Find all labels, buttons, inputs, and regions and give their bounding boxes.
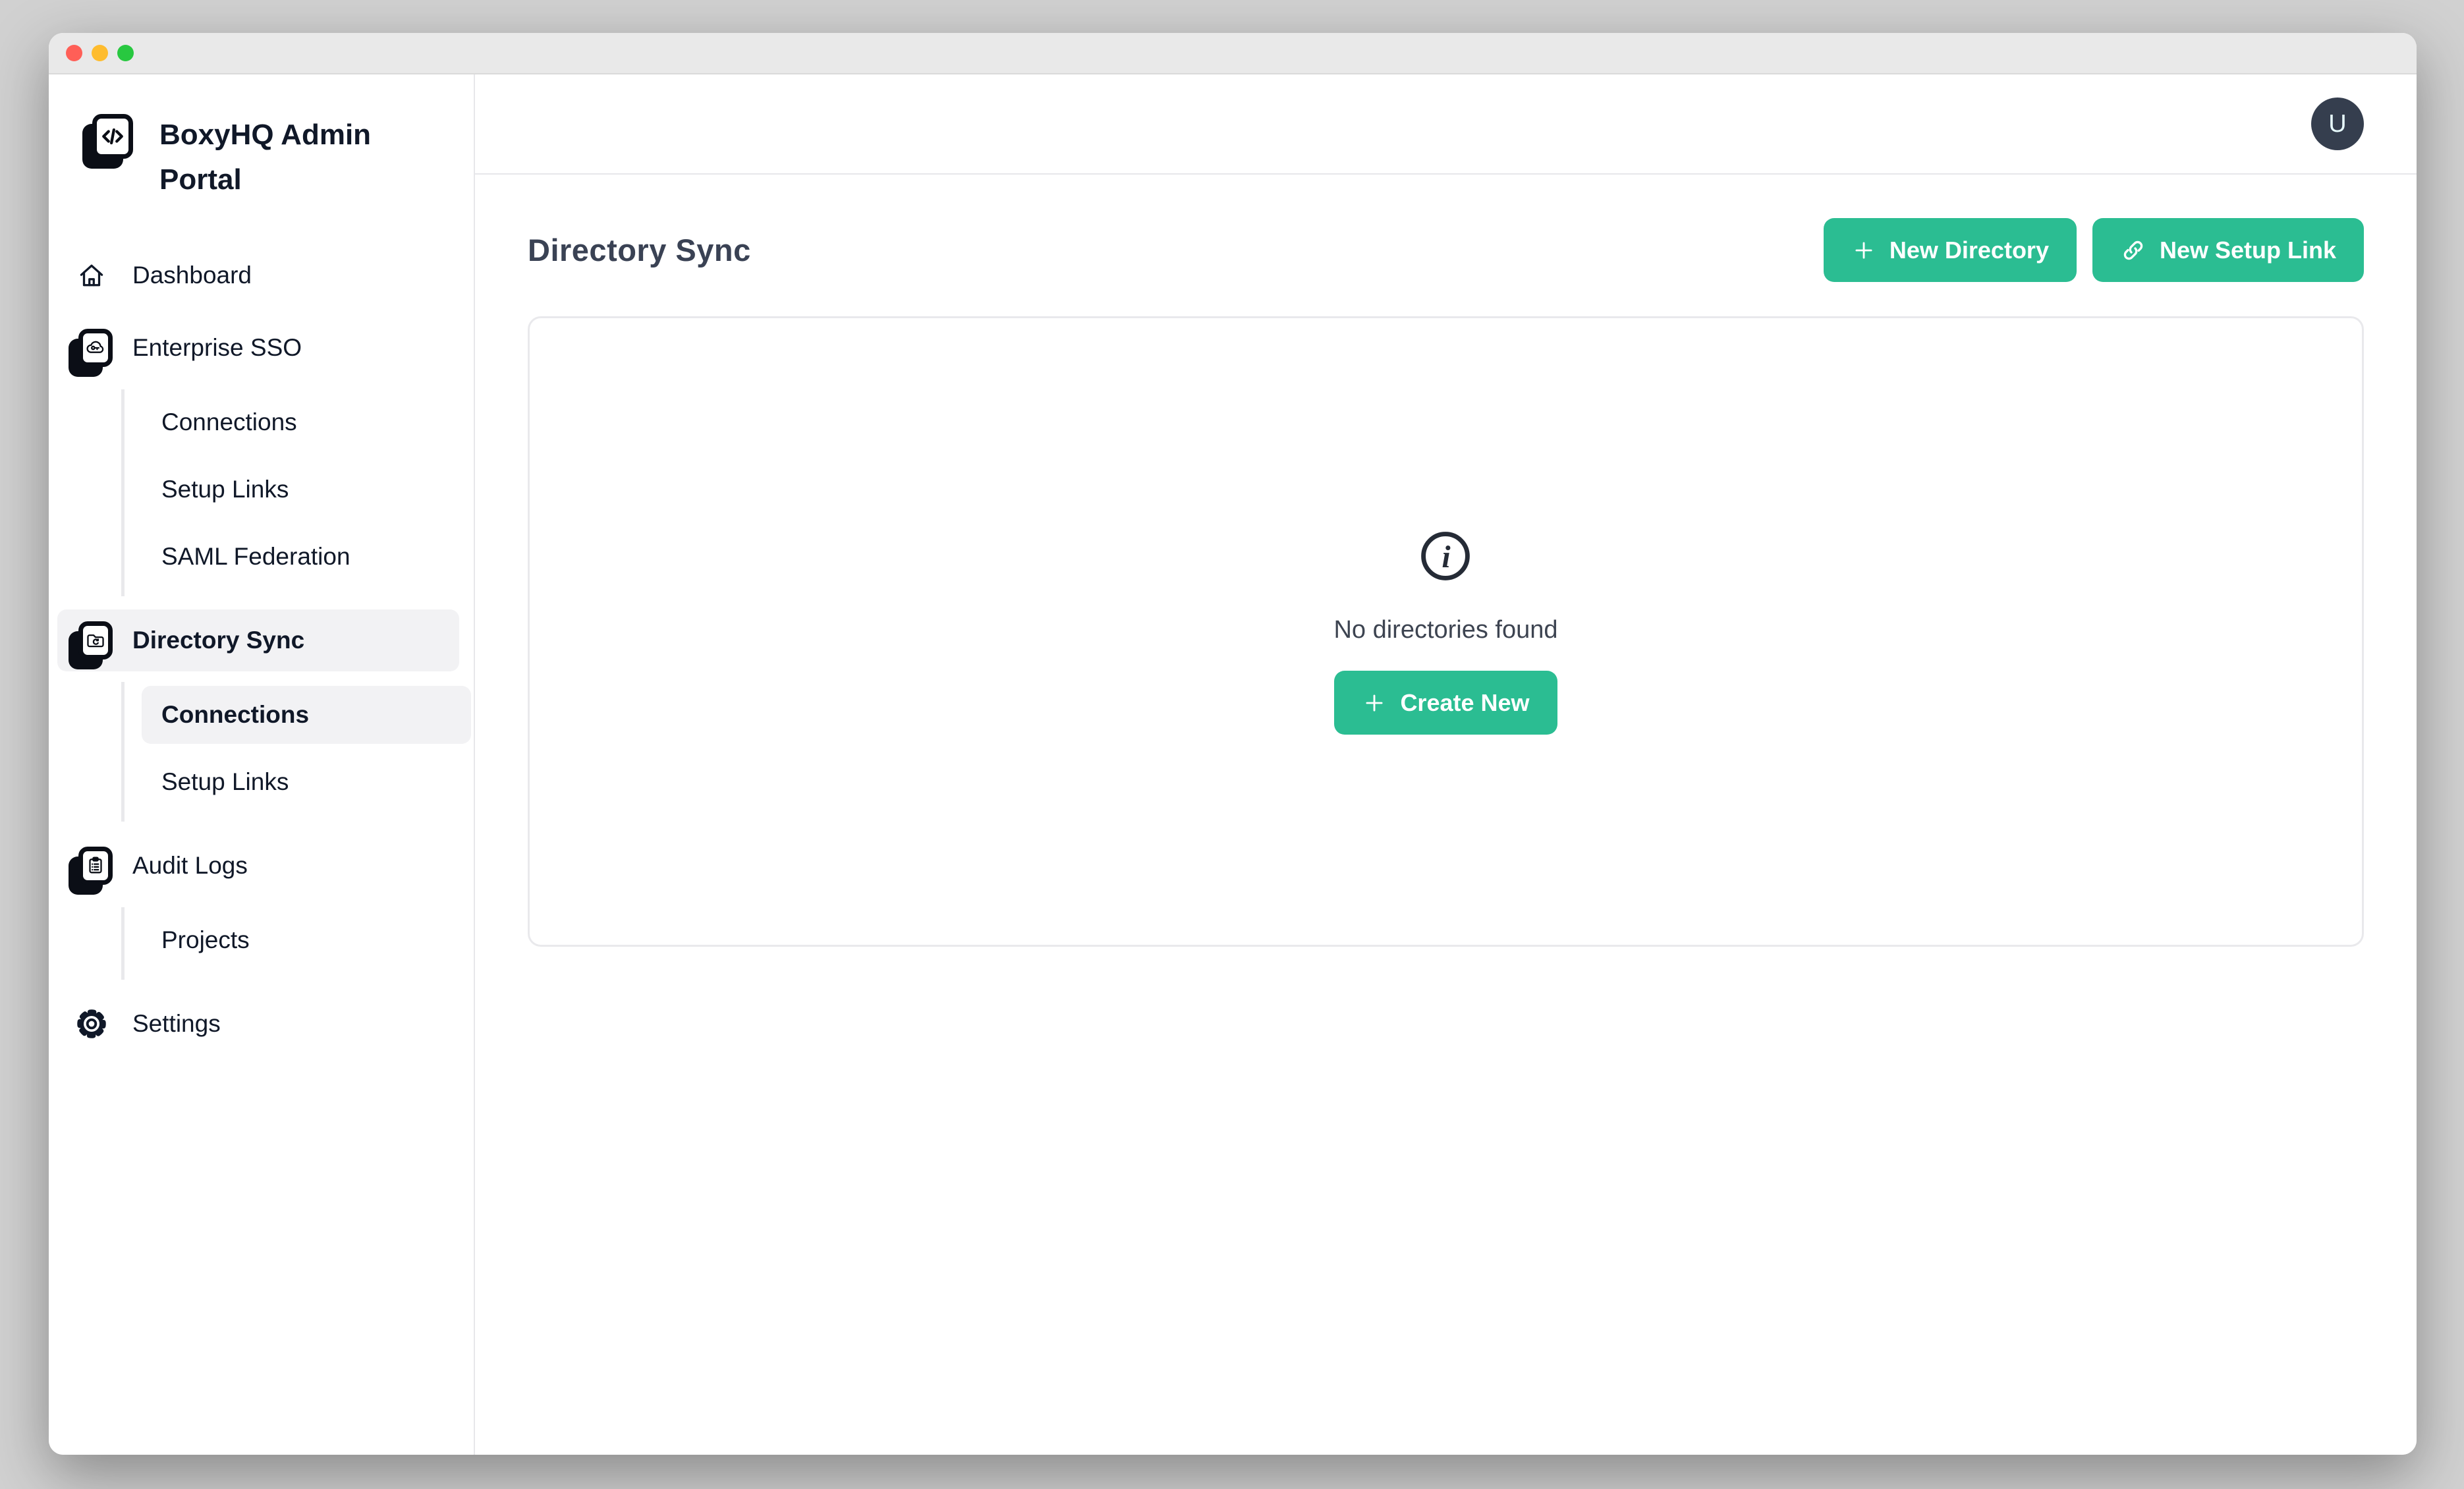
sidebar-subnav-directory-sync: Connections Setup Links xyxy=(121,682,459,822)
sidebar-item-settings[interactable]: Settings xyxy=(57,993,459,1055)
sidebar-item-audit-logs[interactable]: Audit Logs xyxy=(57,835,459,897)
audit-clipboard-keycap-icon xyxy=(68,839,115,892)
sidebar-item-dashboard[interactable]: Dashboard xyxy=(57,244,459,306)
home-icon xyxy=(68,249,115,302)
page-title: Directory Sync xyxy=(528,232,751,268)
sidebar-subitem-projects[interactable]: Projects xyxy=(142,911,471,969)
close-window-button[interactable] xyxy=(66,45,82,61)
directories-empty-card: i No directories found Create xyxy=(528,316,2364,947)
sidebar: BoxyHQ Admin Portal Dashboard xyxy=(49,74,475,1455)
window-titlebar xyxy=(49,33,2417,74)
sidebar-item-label: Audit Logs xyxy=(132,852,248,880)
empty-message: No directories found xyxy=(1333,616,1557,644)
link-icon xyxy=(2120,237,2146,264)
svg-text:i: i xyxy=(1442,540,1451,575)
create-new-button[interactable]: Create New xyxy=(1334,671,1557,735)
sidebar-subnav-audit-logs: Projects xyxy=(121,907,459,980)
plus-icon xyxy=(1851,238,1876,263)
sidebar-item-label: Settings xyxy=(132,1010,221,1038)
topbar: U xyxy=(475,74,2417,175)
info-icon: i xyxy=(1418,528,1473,587)
sidebar-item-label: Enterprise SSO xyxy=(132,334,302,362)
sidebar-nav: Dashboard Enterpri xyxy=(57,244,459,1055)
sidebar-subitem-label: Projects xyxy=(161,926,250,954)
new-directory-button[interactable]: New Directory xyxy=(1824,218,2077,282)
app-title: BoxyHQ Admin Portal xyxy=(159,109,387,202)
sidebar-subitem-label: Connections xyxy=(161,701,309,729)
sidebar-subitem-sso-connections[interactable]: Connections xyxy=(142,393,471,451)
new-directory-label: New Directory xyxy=(1890,237,2049,264)
sidebar-subitem-dsync-connections[interactable]: Connections xyxy=(142,686,471,744)
page-actions: New Directory New Setup Link xyxy=(1824,218,2364,282)
app-frame: BoxyHQ Admin Portal Dashboard xyxy=(49,74,2417,1455)
gear-icon xyxy=(68,997,115,1050)
sidebar-subitem-sso-setup-links[interactable]: Setup Links xyxy=(142,461,471,519)
sso-cloud-key-keycap-icon xyxy=(68,322,115,374)
directory-folder-keycap-icon xyxy=(68,614,115,667)
minimize-window-button[interactable] xyxy=(92,45,108,61)
sidebar-subitem-label: SAML Federation xyxy=(161,543,350,571)
page-header: Directory Sync New Directory xyxy=(528,218,2364,282)
sidebar-subitem-label: Connections xyxy=(161,408,297,436)
empty-state: i No directories found Create xyxy=(1333,528,1557,735)
app-window: BoxyHQ Admin Portal Dashboard xyxy=(49,33,2417,1455)
sidebar-subitem-label: Setup Links xyxy=(161,476,289,503)
new-setup-link-button[interactable]: New Setup Link xyxy=(2092,218,2364,282)
boxyhq-logo-icon xyxy=(92,114,133,159)
desktop-background: BoxyHQ Admin Portal Dashboard xyxy=(0,0,2464,1489)
app-logo[interactable]: BoxyHQ Admin Portal xyxy=(49,109,474,206)
page-content: Directory Sync New Directory xyxy=(475,175,2417,947)
sidebar-item-enterprise-sso[interactable]: Enterprise SSO xyxy=(57,317,459,379)
main-area: U Directory Sync New xyxy=(475,74,2417,1455)
sidebar-item-label: Dashboard xyxy=(132,262,252,289)
sidebar-item-directory-sync[interactable]: Directory Sync xyxy=(57,609,459,671)
sidebar-subnav-enterprise-sso: Connections Setup Links SAML Federation xyxy=(121,389,459,596)
sidebar-subitem-dsync-setup-links[interactable]: Setup Links xyxy=(142,753,471,811)
create-new-label: Create New xyxy=(1400,689,1529,717)
new-setup-link-label: New Setup Link xyxy=(2160,237,2336,264)
user-avatar[interactable]: U xyxy=(2311,98,2364,150)
zoom-window-button[interactable] xyxy=(117,45,134,61)
sidebar-item-label: Directory Sync xyxy=(132,627,304,654)
plus-icon xyxy=(1362,690,1387,716)
sidebar-subitem-saml-federation[interactable]: SAML Federation xyxy=(142,528,471,586)
sidebar-subitem-label: Setup Links xyxy=(161,768,289,796)
